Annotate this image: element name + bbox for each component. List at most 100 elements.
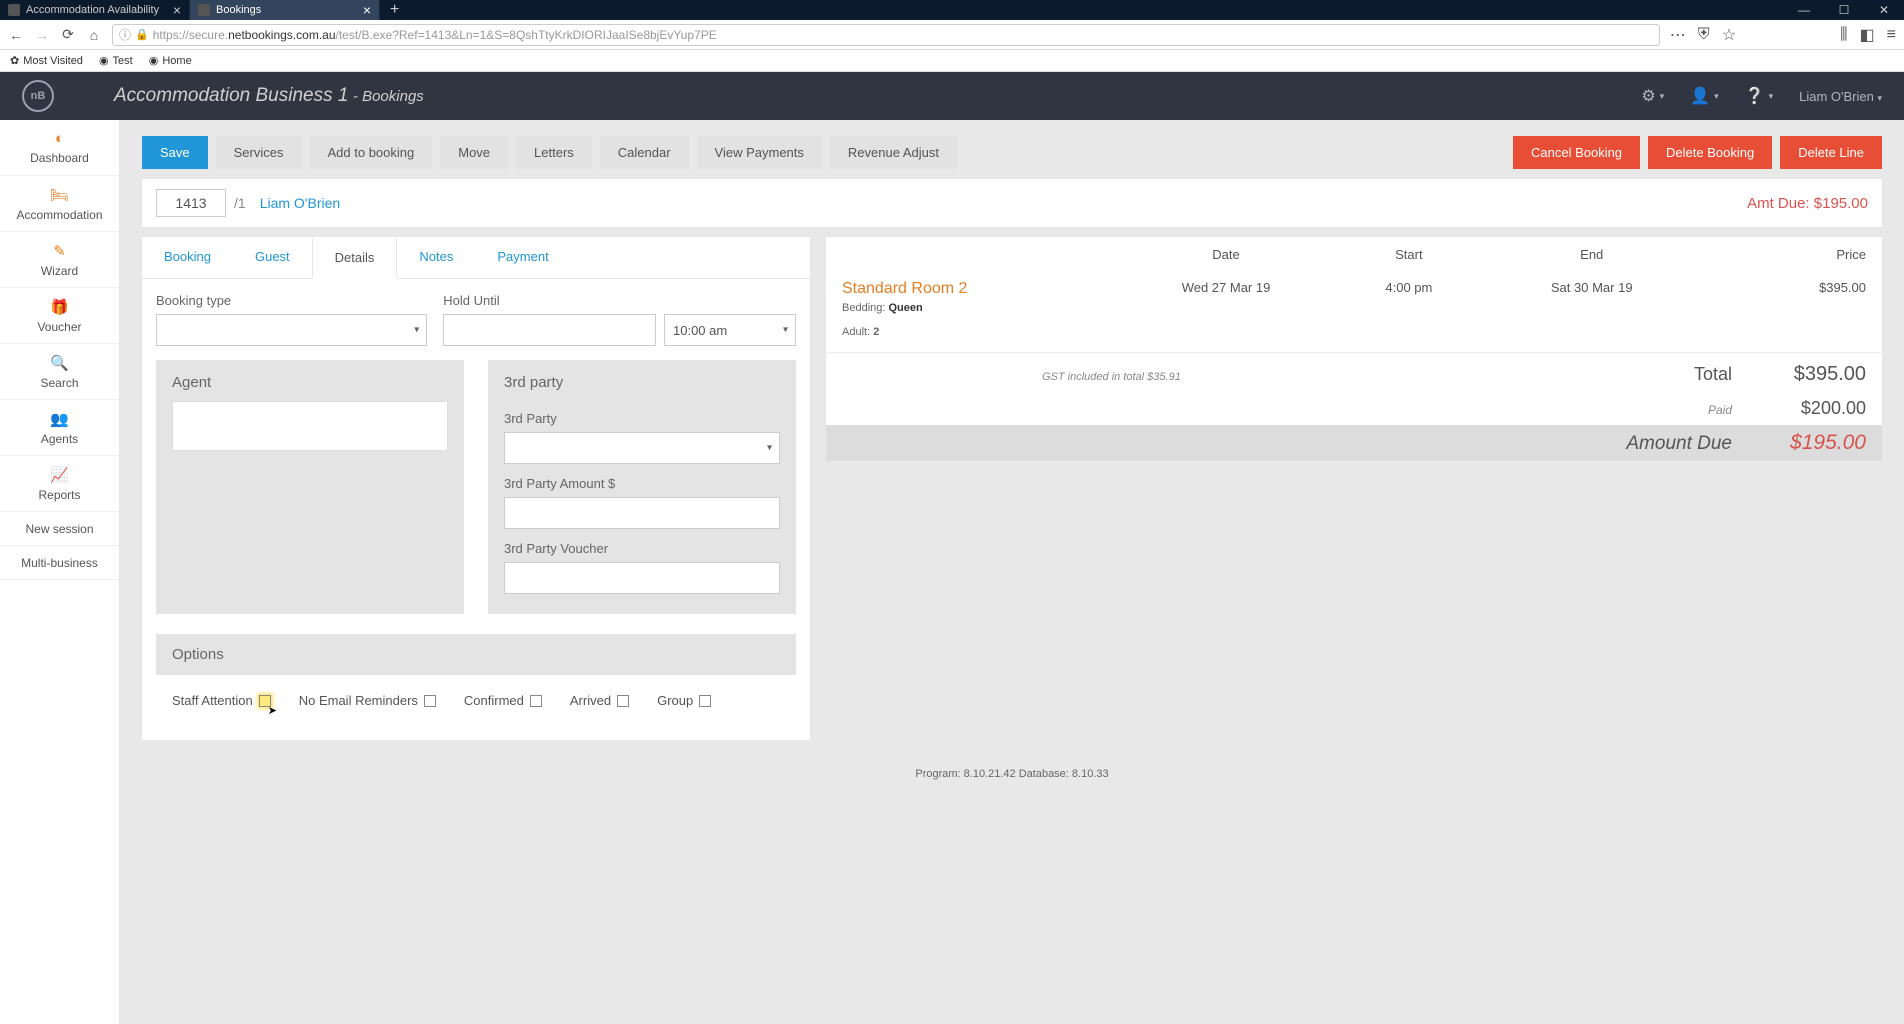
sidebar-icon[interactable]: ◧ bbox=[1860, 25, 1875, 45]
third-party-voucher-input[interactable] bbox=[504, 562, 780, 594]
tab-label: Bookings bbox=[216, 4, 261, 16]
star-icon[interactable]: ☆ bbox=[1722, 25, 1736, 45]
booking-type-label: Booking type bbox=[156, 293, 427, 308]
agent-panel-title: Agent bbox=[172, 374, 448, 391]
sidebar-item-reports[interactable]: 📈Reports bbox=[0, 456, 119, 512]
more-icon[interactable]: ⋯ bbox=[1670, 25, 1686, 45]
group-checkbox[interactable]: Group bbox=[657, 693, 711, 708]
favicon-icon: ◉ bbox=[149, 54, 159, 67]
cancel-booking-button[interactable]: Cancel Booking bbox=[1513, 136, 1640, 169]
page-title: Accommodation Business 1 - Bookings bbox=[114, 85, 424, 107]
close-icon[interactable]: × bbox=[173, 2, 181, 18]
favicon-icon: ◉ bbox=[99, 54, 109, 67]
sidebar-item-dashboard[interactable]: ◐Dashboard bbox=[0, 120, 119, 176]
add-to-booking-button[interactable]: Add to booking bbox=[310, 136, 433, 169]
help-icon[interactable]: ❔▾ bbox=[1745, 86, 1773, 106]
close-icon[interactable]: × bbox=[363, 2, 371, 18]
shield-icon[interactable]: ⛨ bbox=[1698, 26, 1710, 44]
bookmark-item[interactable]: ◉Home bbox=[149, 54, 192, 67]
user-menu[interactable]: Liam O'Brien ▾ bbox=[1799, 89, 1882, 104]
sidebar-item-multi-business[interactable]: Multi-business bbox=[0, 546, 119, 580]
tab-label: Accommodation Availability bbox=[26, 4, 159, 16]
sidebar: ◐Dashboard 🛏Accommodation ✎Wizard 🎁Vouch… bbox=[0, 120, 120, 1024]
home-icon[interactable]: ⌂ bbox=[86, 27, 102, 43]
booking-date: Wed 27 Mar 19 bbox=[1135, 280, 1318, 295]
back-icon[interactable]: ← bbox=[8, 27, 24, 43]
sidebar-item-agents[interactable]: 👥Agents bbox=[0, 400, 119, 456]
calendar-button[interactable]: Calendar bbox=[600, 136, 689, 169]
booking-tabs-panel: Booking Guest Details Notes Payment Book… bbox=[142, 237, 810, 740]
new-tab-button[interactable]: + bbox=[380, 0, 409, 20]
settings-icon[interactable]: ⚙▾ bbox=[1641, 86, 1664, 106]
bookmark-item[interactable]: ✿Most Visited bbox=[10, 54, 83, 67]
sidebar-item-voucher[interactable]: 🎁Voucher bbox=[0, 288, 119, 344]
sidebar-item-wizard[interactable]: ✎Wizard bbox=[0, 232, 119, 288]
third-party-title: 3rd party bbox=[504, 374, 780, 391]
booking-summary: Date Start End Price Standard Room 2 Bed… bbox=[826, 237, 1882, 461]
user-icon[interactable]: 👤▾ bbox=[1690, 86, 1718, 106]
tab-strip: Booking Guest Details Notes Payment bbox=[142, 237, 810, 279]
save-button[interactable]: Save bbox=[142, 136, 208, 169]
action-bar: Save Services Add to booking Move Letter… bbox=[142, 136, 1882, 169]
minimize-icon[interactable]: — bbox=[1784, 0, 1824, 20]
view-payments-button[interactable]: View Payments bbox=[697, 136, 822, 169]
tab-booking[interactable]: Booking bbox=[142, 237, 233, 278]
move-button[interactable]: Move bbox=[440, 136, 508, 169]
room-bedding: Bedding: Queen bbox=[842, 302, 1135, 314]
delete-booking-button[interactable]: Delete Booking bbox=[1648, 136, 1772, 169]
booking-type-select[interactable] bbox=[156, 314, 427, 346]
options-panel: Options Staff Attention ➤ No Email Remin… bbox=[156, 634, 796, 726]
url-bar[interactable]: ⓘ 🔒 https://secure.netbookings.com.au/te… bbox=[112, 24, 1660, 46]
tab-guest[interactable]: Guest bbox=[233, 237, 312, 278]
footer-version: Program: 8.10.21.42 Database: 8.10.33 bbox=[142, 768, 1882, 780]
revenue-adjust-button[interactable]: Revenue Adjust bbox=[830, 136, 957, 169]
hold-until-time-select[interactable] bbox=[664, 314, 796, 346]
main-content: Save Services Add to booking Move Letter… bbox=[120, 120, 1904, 1024]
booking-price: $395.00 bbox=[1683, 280, 1866, 295]
booking-end: Sat 30 Mar 19 bbox=[1500, 280, 1683, 295]
checkbox-icon bbox=[617, 695, 629, 707]
app-header: nB Accommodation Business 1 - Bookings ⚙… bbox=[0, 72, 1904, 120]
agent-panel: Agent bbox=[156, 360, 464, 614]
browser-toolbar: ← → ⟳ ⌂ ⓘ 🔒 https://secure.netbookings.c… bbox=[0, 20, 1904, 50]
browser-tab[interactable]: Bookings × bbox=[190, 0, 380, 20]
tab-details[interactable]: Details bbox=[312, 238, 398, 279]
booking-id-input[interactable] bbox=[156, 189, 226, 217]
sidebar-item-accommodation[interactable]: 🛏Accommodation bbox=[0, 176, 119, 232]
confirmed-checkbox[interactable]: Confirmed bbox=[464, 693, 542, 708]
hold-until-date-input[interactable] bbox=[443, 314, 656, 346]
bookmarks-bar: ✿Most Visited ◉Test ◉Home bbox=[0, 50, 1904, 72]
forward-icon[interactable]: → bbox=[34, 27, 50, 43]
maximize-icon[interactable]: ☐ bbox=[1824, 0, 1864, 20]
third-party-voucher-label: 3rd Party Voucher bbox=[504, 541, 780, 556]
library-icon[interactable]: ⫼ bbox=[1840, 26, 1847, 44]
third-party-panel: 3rd party 3rd Party 3rd Party Amount $ bbox=[488, 360, 796, 614]
paid-line: Paid $200.00 bbox=[826, 392, 1882, 425]
no-email-reminders-checkbox[interactable]: No Email Reminders bbox=[299, 693, 436, 708]
guest-link[interactable]: Liam O'Brien bbox=[260, 195, 340, 211]
delete-line-button[interactable]: Delete Line bbox=[1780, 136, 1882, 169]
info-icon[interactable]: ⓘ bbox=[119, 26, 131, 43]
tab-notes[interactable]: Notes bbox=[397, 237, 475, 278]
sidebar-item-new-session[interactable]: New session bbox=[0, 512, 119, 546]
bookmark-item[interactable]: ◉Test bbox=[99, 54, 133, 67]
amount-due-header: Amt Due: $195.00 bbox=[1747, 195, 1868, 212]
close-window-icon[interactable]: ✕ bbox=[1864, 0, 1904, 20]
summary-line-item[interactable]: Standard Room 2 Bedding: Queen Wed 27 Ma… bbox=[826, 272, 1882, 318]
arrived-checkbox[interactable]: Arrived bbox=[570, 693, 629, 708]
third-party-amount-input[interactable] bbox=[504, 497, 780, 529]
gear-icon: ✿ bbox=[10, 54, 19, 67]
browser-tab[interactable]: Accommodation Availability × bbox=[0, 0, 190, 20]
logo-icon[interactable]: nB bbox=[22, 80, 54, 112]
tab-payment[interactable]: Payment bbox=[475, 237, 570, 278]
letters-button[interactable]: Letters bbox=[516, 136, 592, 169]
url-text: https://secure.netbookings.com.au/test/B… bbox=[153, 28, 717, 42]
services-button[interactable]: Services bbox=[216, 136, 302, 169]
reload-icon[interactable]: ⟳ bbox=[60, 27, 76, 43]
sidebar-item-search[interactable]: 🔍Search bbox=[0, 344, 119, 400]
chart-icon: 📈 bbox=[50, 466, 69, 484]
menu-icon[interactable]: ≡ bbox=[1887, 26, 1896, 44]
checkbox-icon bbox=[699, 695, 711, 707]
staff-attention-checkbox[interactable]: Staff Attention ➤ bbox=[172, 693, 271, 708]
third-party-select[interactable] bbox=[504, 432, 780, 464]
